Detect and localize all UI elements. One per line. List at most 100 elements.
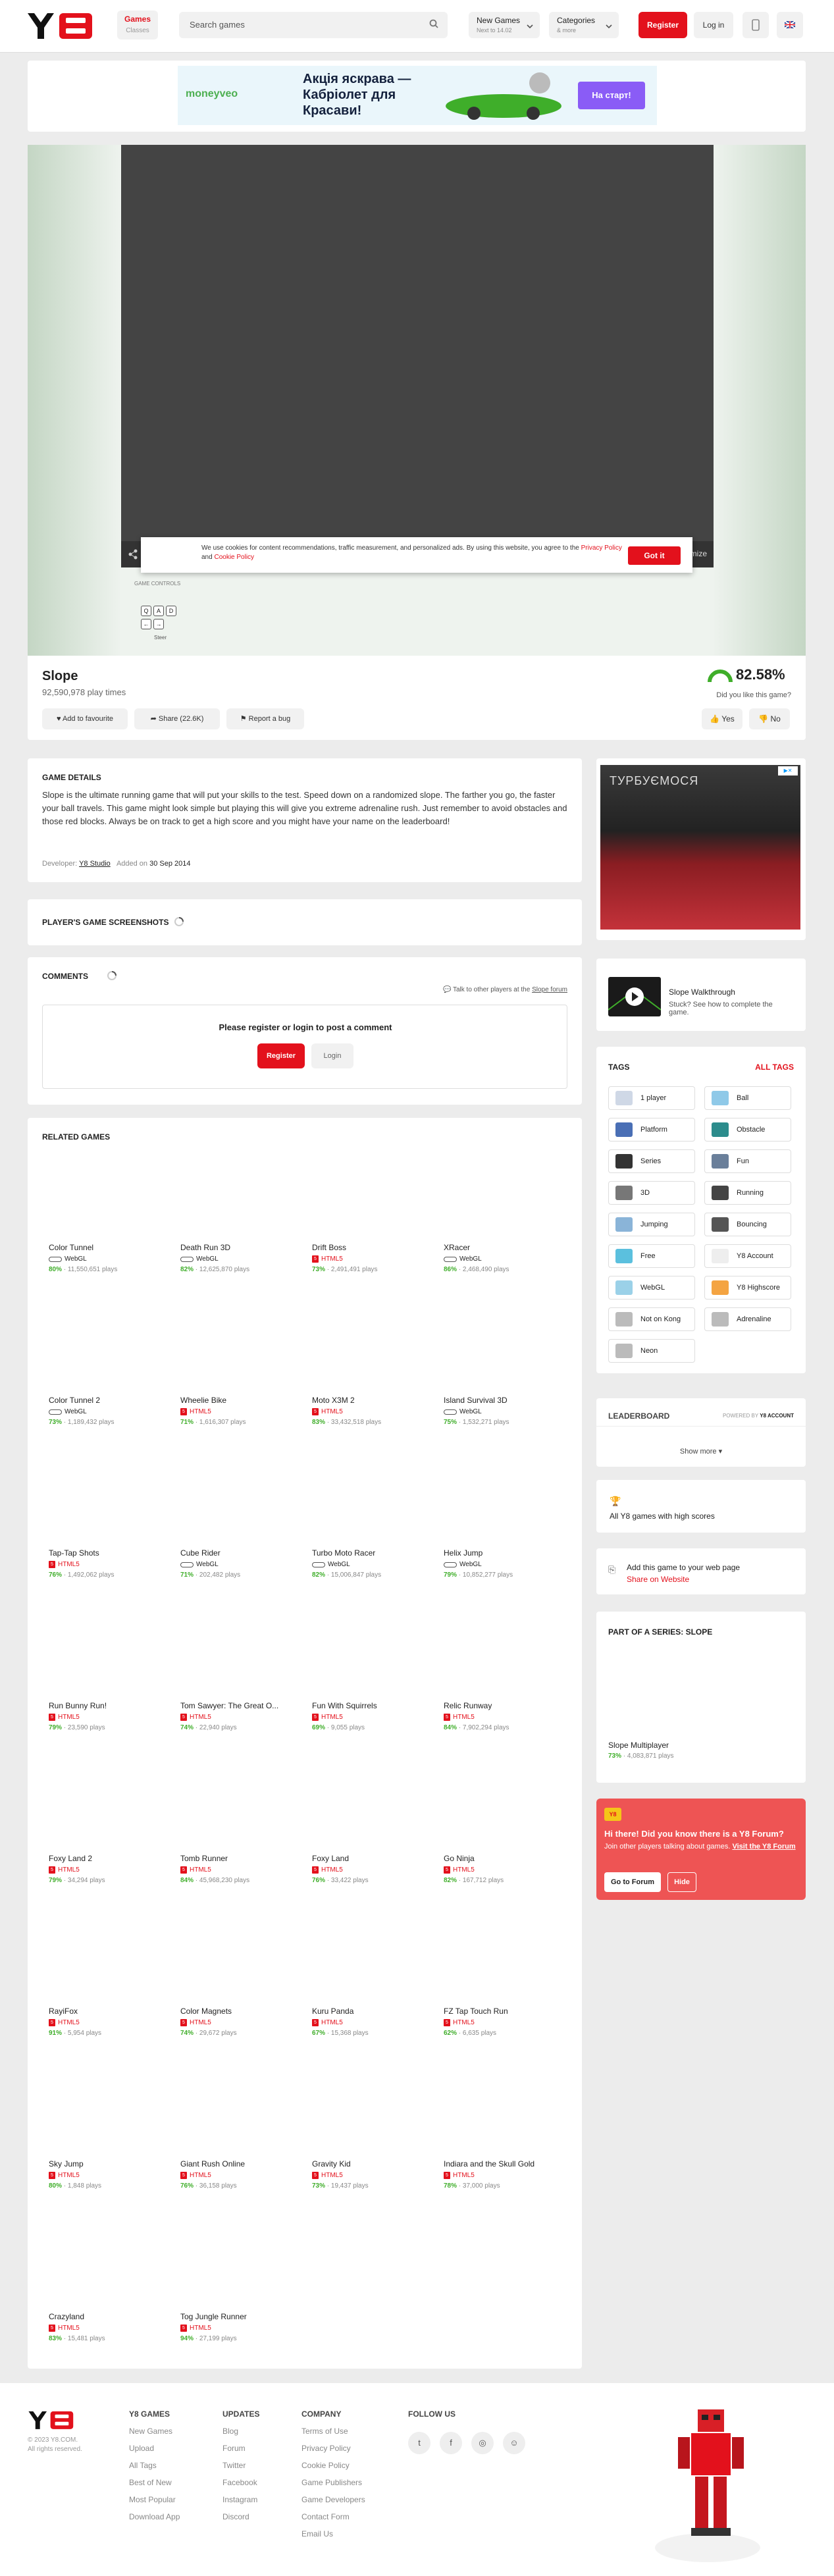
related-game-card[interactable]: Color Magnets 5 HTML5 74% · 29,672 plays xyxy=(180,2007,305,2037)
forum-visit-link[interactable]: Visit the Y8 Forum xyxy=(732,1843,795,1851)
related-game-card[interactable]: Death Run 3D WebGL 82% · 12,625,870 plays xyxy=(180,1243,305,1273)
footer-link[interactable]: Email Us xyxy=(301,2529,365,2538)
all-tags-link[interactable]: ALL TAGS xyxy=(755,1063,794,1072)
got-it-button[interactable]: Got it xyxy=(628,546,681,565)
footer-link[interactable]: New Games xyxy=(129,2427,180,2436)
games-tab[interactable]: Games Classes xyxy=(117,11,158,39)
new-games-dropdown[interactable]: New Games Next to 14.02 xyxy=(469,12,540,38)
ad-banner[interactable]: moneyveo Акція яскрава — Кабріолет для К… xyxy=(178,66,657,125)
footer-link[interactable]: Game Publishers xyxy=(301,2478,365,2487)
related-game-card[interactable]: Relic Runway 5 HTML5 84% · 7,902,294 plays xyxy=(444,1701,569,1731)
tag-item[interactable]: Adrenaline xyxy=(704,1307,791,1331)
footer-link[interactable]: Facebook xyxy=(222,2478,259,2487)
related-game-card[interactable]: Tomb Runner 5 HTML5 84% · 45,968,230 plays xyxy=(180,1854,305,1884)
footer-logo[interactable] xyxy=(28,2409,75,2434)
footer-link[interactable]: Discord xyxy=(222,2512,259,2521)
share-icon[interactable] xyxy=(128,549,138,563)
related-game-card[interactable]: Cube Rider WebGL 71% · 202,482 plays xyxy=(180,1548,305,1579)
footer-link[interactable]: Forum xyxy=(222,2444,259,2453)
footer-link[interactable]: Download App xyxy=(129,2512,180,2521)
twitter-icon[interactable]: t xyxy=(408,2432,430,2454)
tag-item[interactable]: Neon xyxy=(608,1339,695,1363)
related-game-card[interactable]: Tom Sawyer: The Great O... 5 HTML5 74% · 22… xyxy=(180,1701,305,1731)
like-no-button[interactable]: 👎 No xyxy=(749,708,790,729)
y8-logo[interactable] xyxy=(26,11,95,44)
related-game-card[interactable]: RayiFox 5 HTML5 91% · 5,954 plays xyxy=(49,2007,174,2037)
tag-item[interactable]: 1 player xyxy=(608,1086,695,1110)
related-game-card[interactable]: Island Survival 3D WebGL 75% · 1,532,271 p… xyxy=(444,1396,569,1426)
related-game-card[interactable]: Tog Jungle Runner 5 HTML5 94% · 27,199 play… xyxy=(180,2312,305,2342)
slope-forum-link[interactable]: Slope forum xyxy=(532,986,567,993)
related-game-card[interactable]: Fun With Squirrels 5 HTML5 69% · 9,055 play… xyxy=(312,1701,437,1731)
embed-link[interactable]: Share on Website xyxy=(627,1575,689,1584)
related-game-card[interactable]: FZ Tap Touch Run 5 HTML5 62% · 6,635 plays xyxy=(444,2007,569,2037)
login-button[interactable]: Log in xyxy=(694,12,733,38)
tag-item[interactable]: Running xyxy=(704,1181,791,1205)
related-game-card[interactable]: Helix Jump WebGL 79% · 10,852,277 plays xyxy=(444,1548,569,1579)
related-game-card[interactable]: Indiara and the Skull Gold 5 HTML5 78% · 37… xyxy=(444,2159,569,2190)
user-icon[interactable] xyxy=(743,12,769,38)
tag-item[interactable]: Fun xyxy=(704,1149,791,1173)
related-game-card[interactable]: Go Ninja 5 HTML5 82% · 167,712 plays xyxy=(444,1854,569,1884)
footer-link[interactable]: Blog xyxy=(222,2427,259,2436)
categories-dropdown[interactable]: Categories & more xyxy=(549,12,619,38)
tag-item[interactable]: Jumping xyxy=(608,1213,695,1236)
tag-item[interactable]: WebGL xyxy=(608,1276,695,1300)
tag-item[interactable]: Series xyxy=(608,1149,695,1173)
related-game-card[interactable]: Turbo Moto Racer WebGL 82% · 15,006,847 pl… xyxy=(312,1548,437,1579)
embed-panel[interactable]: ⎘ Add this game to your web page Share o… xyxy=(596,1548,806,1594)
tag-item[interactable]: Free xyxy=(608,1244,695,1268)
sidebar-ad[interactable]: ТУРБУЄМОСЯ ▶✕ xyxy=(596,758,806,940)
footer-link[interactable]: Best of New xyxy=(129,2478,180,2487)
walkthrough-card[interactable]: Slope Walkthrough Stuck? See how to comp… xyxy=(596,959,806,1031)
related-game-card[interactable]: XRacer WebGL 86% · 2,468,490 plays xyxy=(444,1243,569,1273)
footer-link[interactable]: Contact Form xyxy=(301,2512,365,2521)
footer-link[interactable]: Terms of Use xyxy=(301,2427,365,2436)
related-game-card[interactable]: Crazyland 5 HTML5 83% · 15,481 plays xyxy=(49,2312,174,2342)
cookie-policy-link[interactable]: Cookie Policy xyxy=(214,554,254,561)
footer-link[interactable]: Game Developers xyxy=(301,2495,365,2504)
related-game-card[interactable]: Foxy Land 5 HTML5 76% · 33,422 plays xyxy=(312,1854,437,1884)
highscore-panel[interactable]: 🏆 All Y8 games with high scores xyxy=(596,1480,806,1533)
related-game-card[interactable]: Moto X3M 2 5 HTML5 83% · 33,432,518 plays xyxy=(312,1396,437,1426)
tag-item[interactable]: Not on Kong xyxy=(608,1307,695,1331)
related-game-card[interactable]: Tap-Tap Shots 5 HTML5 76% · 1,492,062 plays xyxy=(49,1548,174,1579)
search-input[interactable]: Search games xyxy=(179,12,448,38)
related-game-card[interactable]: Foxy Land 2 5 HTML5 79% · 34,294 plays xyxy=(49,1854,174,1884)
related-game-card[interactable]: Kuru Panda 5 HTML5 67% · 15,368 plays xyxy=(312,2007,437,2037)
related-game-card[interactable]: Color Tunnel 2 WebGL 73% · 1,189,432 plays xyxy=(49,1396,174,1426)
footer-link[interactable]: Upload xyxy=(129,2444,180,2453)
related-game-card[interactable]: Giant Rush Online 5 HTML5 76% · 36,158 play… xyxy=(180,2159,305,2190)
search-icon[interactable] xyxy=(429,19,438,30)
series-game-title[interactable]: Slope Multiplayer xyxy=(608,1741,669,1750)
privacy-policy-link[interactable]: Privacy Policy xyxy=(581,544,622,552)
footer-link[interactable]: Privacy Policy xyxy=(301,2444,365,2453)
hide-forum-button[interactable]: Hide xyxy=(667,1872,696,1892)
comment-login-button[interactable]: Login xyxy=(311,1043,353,1068)
tag-item[interactable]: 3D xyxy=(608,1181,695,1205)
footer-link[interactable]: Most Popular xyxy=(129,2495,180,2504)
tag-item[interactable]: Bouncing xyxy=(704,1213,791,1236)
instagram-icon[interactable]: ◎ xyxy=(471,2432,494,2454)
go-to-forum-button[interactable]: Go to Forum xyxy=(604,1872,661,1892)
related-game-card[interactable]: Wheelie Bike 5 HTML5 71% · 1,616,307 plays xyxy=(180,1396,305,1426)
share-button[interactable]: ➦ Share (22.6K) xyxy=(134,708,220,729)
like-yes-button[interactable]: 👍 Yes xyxy=(702,708,743,729)
fullscreen-label[interactable]: mize xyxy=(691,549,707,558)
comment-register-button[interactable]: Register xyxy=(257,1043,305,1068)
footer-link[interactable]: Cookie Policy xyxy=(301,2461,365,2470)
ad-cta-button[interactable]: На старт! xyxy=(578,82,645,109)
adchoices-icon[interactable]: ▶✕ xyxy=(778,766,798,775)
tag-item[interactable]: Obstacle xyxy=(704,1118,791,1142)
facebook-icon[interactable]: f xyxy=(440,2432,462,2454)
register-button[interactable]: Register xyxy=(639,12,687,38)
footer-link[interactable]: All Tags xyxy=(129,2461,180,2470)
tag-item[interactable]: Ball xyxy=(704,1086,791,1110)
tag-item[interactable]: Y8 Highscore xyxy=(704,1276,791,1300)
show-more-button[interactable]: Show more ▾ xyxy=(596,1447,806,1456)
discord-icon[interactable]: ☺ xyxy=(503,2432,525,2454)
add-favourite-button[interactable]: ♥ Add to favourite xyxy=(42,708,128,729)
tag-item[interactable]: Platform xyxy=(608,1118,695,1142)
related-game-card[interactable]: Drift Boss 5 HTML5 73% · 2,491,491 plays xyxy=(312,1243,437,1273)
related-game-card[interactable]: Gravity Kid 5 HTML5 73% · 19,437 plays xyxy=(312,2159,437,2190)
